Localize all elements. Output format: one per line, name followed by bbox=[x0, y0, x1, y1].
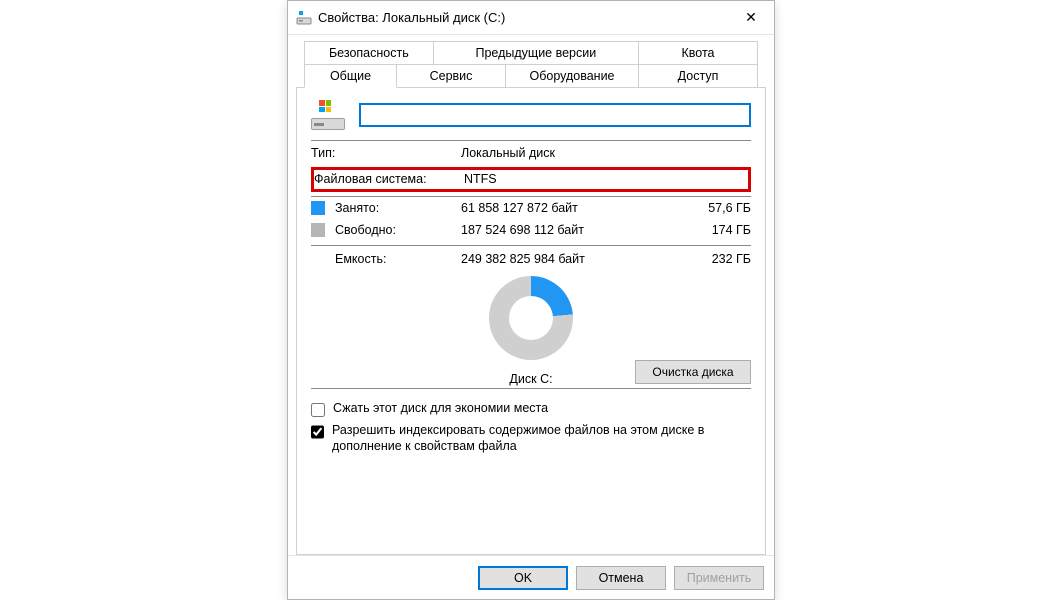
used-swatch bbox=[311, 201, 325, 215]
titlebar: Свойства: Локальный диск (C:) ✕ bbox=[288, 1, 774, 35]
index-label: Разрешить индексировать содержимое файло… bbox=[332, 423, 751, 454]
compress-option[interactable]: Сжать этот диск для экономии места bbox=[311, 401, 751, 417]
type-row: Тип: Локальный диск bbox=[311, 141, 751, 165]
capacity-row: Емкость: 249 382 825 984 байт 232 ГБ bbox=[311, 246, 751, 270]
compress-checkbox[interactable] bbox=[311, 403, 325, 417]
tab-general-page: Тип: Локальный диск Файловая система: NT… bbox=[296, 87, 766, 555]
free-label: Свободно: bbox=[335, 223, 461, 237]
tab-quota[interactable]: Квота bbox=[638, 41, 758, 65]
used-label: Занято: bbox=[335, 201, 461, 215]
disk-cleanup-button[interactable]: Очистка диска bbox=[635, 360, 751, 384]
apply-button[interactable]: Применить bbox=[674, 566, 764, 590]
capacity-bytes: 249 382 825 984 байт bbox=[461, 252, 681, 266]
cancel-button[interactable]: Отмена bbox=[576, 566, 666, 590]
tab-general[interactable]: Общие bbox=[304, 64, 397, 88]
free-hr: 174 ГБ bbox=[681, 223, 751, 237]
tab-sharing[interactable]: Доступ bbox=[638, 64, 758, 88]
usage-chart-label: Диск C: bbox=[509, 372, 552, 386]
compress-label: Сжать этот диск для экономии места bbox=[333, 401, 548, 417]
ok-button[interactable]: OK bbox=[478, 566, 568, 590]
dialog-body: Безопасность Предыдущие версии Квота Общ… bbox=[288, 35, 774, 555]
used-row: Занято: 61 858 127 872 байт 57,6 ГБ bbox=[311, 197, 751, 219]
properties-dialog: Свойства: Локальный диск (C:) ✕ Безопасн… bbox=[287, 0, 775, 600]
filesystem-highlight: Файловая система: NTFS bbox=[311, 167, 751, 192]
drive-icon bbox=[296, 10, 312, 26]
tab-security[interactable]: Безопасность bbox=[304, 41, 434, 65]
free-swatch bbox=[311, 223, 325, 237]
index-checkbox[interactable] bbox=[311, 425, 324, 439]
free-bytes: 187 524 698 112 байт bbox=[461, 223, 681, 237]
type-value: Локальный диск bbox=[461, 146, 751, 160]
usage-chart-area: Диск C: Очистка диска bbox=[311, 276, 751, 386]
tabstrip: Безопасность Предыдущие версии Квота Общ… bbox=[296, 35, 766, 88]
usage-donut-chart bbox=[489, 276, 573, 360]
capacity-label: Емкость: bbox=[311, 252, 461, 266]
fs-label: Файловая система: bbox=[314, 172, 464, 186]
capacity-hr: 232 ГБ bbox=[681, 252, 751, 266]
tab-tools[interactable]: Сервис bbox=[396, 64, 506, 88]
tab-hardware[interactable]: Оборудование bbox=[505, 64, 639, 88]
tab-previous-versions[interactable]: Предыдущие версии bbox=[433, 41, 639, 65]
drive-large-icon bbox=[311, 100, 345, 130]
window-title: Свойства: Локальный диск (C:) bbox=[318, 10, 728, 25]
dialog-footer: OK Отмена Применить bbox=[288, 555, 774, 599]
close-button[interactable]: ✕ bbox=[728, 1, 774, 35]
fs-value: NTFS bbox=[464, 172, 745, 186]
used-hr: 57,6 ГБ bbox=[681, 201, 751, 215]
used-bytes: 61 858 127 872 байт bbox=[461, 201, 681, 215]
type-label: Тип: bbox=[311, 146, 461, 160]
drive-label-input[interactable] bbox=[359, 103, 751, 127]
free-row: Свободно: 187 524 698 112 байт 174 ГБ bbox=[311, 219, 751, 241]
index-option[interactable]: Разрешить индексировать содержимое файло… bbox=[311, 423, 751, 454]
